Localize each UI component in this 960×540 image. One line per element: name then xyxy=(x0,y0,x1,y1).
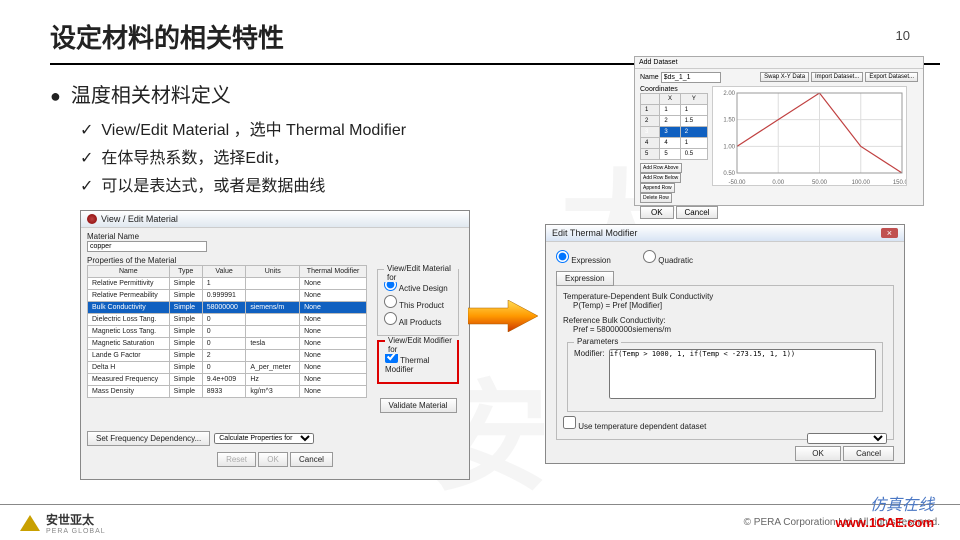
table-row[interactable]: Delta HSimple0A_per_meterNone xyxy=(88,362,367,374)
dialog-title: Edit Thermal Modifier xyxy=(552,228,637,238)
tempdep-label: Temperature-Dependent Bulk Conductivity xyxy=(563,292,887,301)
brand-cn: 安世亚太 xyxy=(46,511,106,528)
svg-text:150.00: 150.00 xyxy=(893,180,907,186)
svg-text:50.00: 50.00 xyxy=(812,180,828,186)
cancel-button[interactable]: Cancel xyxy=(676,206,719,219)
delete-row-button[interactable]: Delete Row xyxy=(640,193,672,203)
arrow-icon xyxy=(468,300,538,332)
swap-xy-button[interactable]: Swap X-Y Data xyxy=(760,72,809,82)
col-value: Value xyxy=(202,266,246,278)
table-row[interactable]: Dielectric Loss Tang.Simple0None xyxy=(88,314,367,326)
svg-text:0.00: 0.00 xyxy=(772,180,784,186)
radio-this-product[interactable]: This Product xyxy=(384,295,452,310)
modifier-input[interactable] xyxy=(609,349,876,399)
set-frequency-button[interactable]: Set Frequency Dependency... xyxy=(87,431,210,446)
svg-text:2.00: 2.00 xyxy=(723,91,735,97)
material-name-label: Material Name xyxy=(87,232,463,241)
viewedit-group-label: View/Edit Material for xyxy=(384,264,458,282)
properties-table[interactable]: Name Type Value Units Thermal Modifier R… xyxy=(87,265,367,398)
ok-button[interactable]: OK xyxy=(640,206,674,219)
table-row[interactable]: 441 xyxy=(641,138,708,149)
svg-text:1.00: 1.00 xyxy=(723,144,735,150)
watermark-cn: 仿真在线 xyxy=(836,491,934,515)
append-row-button[interactable]: Append Row xyxy=(640,183,675,193)
radio-quadratic[interactable]: Quadratic xyxy=(643,250,693,265)
material-name-input[interactable] xyxy=(87,241,207,252)
validate-material-button[interactable]: Validate Material xyxy=(380,398,457,413)
export-dataset-button[interactable]: Export Dataset... xyxy=(865,72,918,82)
svg-text:1.50: 1.50 xyxy=(723,118,735,124)
table-row[interactable]: Magnetic SaturationSimple0teslaNone xyxy=(88,338,367,350)
tempdep-formula: P(Temp) = Pref [Modifier] xyxy=(573,301,887,310)
radio-expression[interactable]: Expression xyxy=(556,250,611,265)
expression-tab[interactable]: Expression xyxy=(556,271,614,286)
svg-text:100.00: 100.00 xyxy=(852,180,871,186)
modifier-label: Modifier: xyxy=(574,349,605,358)
name-label: Name xyxy=(640,74,659,81)
slide-title: 设定材料的相关特性 xyxy=(50,18,910,55)
col-units: Units xyxy=(246,266,300,278)
check-use-dataset[interactable]: Use temperature dependent dataset xyxy=(563,416,887,431)
table-row[interactable]: Magnetic Loss Tang.Simple0None xyxy=(88,326,367,338)
col-type: Type xyxy=(169,266,202,278)
dataset-select[interactable] xyxy=(807,433,887,444)
dataset-name-input[interactable] xyxy=(661,72,721,83)
table-row[interactable]: Mass DensitySimple8933kg/m^3None xyxy=(88,386,367,398)
table-row[interactable]: 221.5 xyxy=(641,116,708,127)
page-number: 10 xyxy=(896,28,910,43)
ok-button[interactable]: OK xyxy=(795,446,841,461)
add-dataset-dialog: Add Dataset Name Swap X-Y Data Import Da… xyxy=(634,56,924,206)
watermark: 仿真在线 www.1CAE.com xyxy=(836,491,934,530)
watermark-url: www.1CAE.com xyxy=(836,515,934,530)
modifier-group-label: View/Edit Modifier for xyxy=(385,336,457,354)
table-row[interactable]: 111 xyxy=(641,105,708,116)
close-icon[interactable]: × xyxy=(881,228,898,238)
table-row[interactable]: 550.5 xyxy=(641,149,708,160)
coords-label: Coordinates xyxy=(640,86,708,93)
dialog-title: View / Edit Material xyxy=(101,214,178,224)
radio-all-products[interactable]: All Products xyxy=(384,312,452,327)
add-row-below-button[interactable]: Add Row Below xyxy=(640,173,681,183)
refbulk-value: Pref = 58000000siemens/m xyxy=(573,325,887,334)
import-dataset-button[interactable]: Import Dataset... xyxy=(811,72,863,82)
ok-button: OK xyxy=(258,452,288,467)
add-row-above-button[interactable]: Add Row Above xyxy=(640,163,682,173)
brand-en: PERA GLOBAL xyxy=(46,528,106,535)
calculate-select[interactable]: Calculate Properties for xyxy=(214,433,314,444)
dialog-titlebar[interactable]: View / Edit Material xyxy=(81,211,469,228)
table-row[interactable]: Lande G FactorSimple2None xyxy=(88,350,367,362)
logo-triangle-icon xyxy=(20,515,40,531)
edit-thermal-modifier-dialog: Edit Thermal Modifier × Expression Quadr… xyxy=(545,224,905,464)
table-row[interactable]: Relative PermeabilitySimple0.999991None xyxy=(88,290,367,302)
table-row[interactable]: Measured FrequencySimple9.4e+009HzNone xyxy=(88,374,367,386)
parameters-label: Parameters xyxy=(574,337,621,346)
dataset-chart: 0.50 1.00 1.50 2.00 -50.00 0.00 50.00 100.00 150… xyxy=(712,86,907,186)
svg-text:0.50: 0.50 xyxy=(723,171,735,177)
svg-text:-50.00: -50.00 xyxy=(728,180,746,186)
table-row[interactable]: 332 xyxy=(641,127,708,138)
dialog-title: Add Dataset xyxy=(635,57,923,69)
cancel-button[interactable]: Cancel xyxy=(843,446,894,461)
reset-button: Reset xyxy=(217,452,256,467)
col-name: Name xyxy=(88,266,170,278)
table-row[interactable]: Relative PermittivitySimple1None xyxy=(88,278,367,290)
dialog-titlebar[interactable]: Edit Thermal Modifier × xyxy=(546,225,904,242)
cancel-button[interactable]: Cancel xyxy=(290,452,333,467)
view-edit-material-dialog: View / Edit Material Material Name Prope… xyxy=(80,210,470,480)
coordinates-table[interactable]: XY 111221.5332441550.5 xyxy=(640,93,708,160)
brand-logo: 安世亚太 PERA GLOBAL xyxy=(20,511,106,535)
app-icon xyxy=(87,214,97,224)
footer: 安世亚太 PERA GLOBAL © PERA Corporation Ltd.… xyxy=(0,504,960,540)
table-row[interactable]: Bulk ConductivitySimple58000000siemens/m… xyxy=(88,302,367,314)
col-thermal: Thermal Modifier xyxy=(300,266,367,278)
refbulk-label: Reference Bulk Conductivity: xyxy=(563,316,887,325)
